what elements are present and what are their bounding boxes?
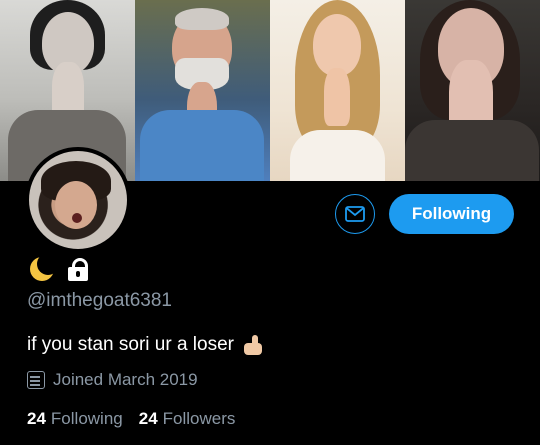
avatar-mouth	[72, 213, 82, 223]
joined-date: Joined March 2019	[27, 370, 198, 390]
follow-counts: 24 Following 24 Followers	[27, 409, 235, 429]
message-button[interactable]	[335, 194, 375, 234]
lock-icon	[67, 257, 89, 281]
moon-icon	[27, 253, 59, 283]
following-button[interactable]: Following	[389, 194, 514, 234]
profile-handle: @imthegoat6381	[27, 290, 172, 311]
followers-count: 24	[138, 409, 158, 428]
calendar-icon	[27, 371, 45, 389]
following-count-link[interactable]: 24 Following	[27, 409, 123, 429]
avatar[interactable]	[25, 147, 131, 253]
banner-photo-4	[405, 0, 540, 181]
following-label: Following	[50, 409, 123, 428]
status-icons	[27, 253, 89, 284]
joined-text: Joined March 2019	[53, 370, 198, 389]
following-count: 24	[27, 409, 46, 428]
banner-photo-3	[270, 0, 405, 181]
followers-label: Followers	[162, 409, 236, 428]
profile-bio: if you stan sori ur a loser	[27, 334, 264, 356]
thumbs-up-icon	[240, 334, 264, 356]
envelope-icon	[345, 206, 365, 222]
followers-count-link[interactable]: 24 Followers	[139, 409, 236, 429]
banner-photo-2	[135, 0, 270, 181]
bio-text: if you stan sori ur a loser	[27, 334, 234, 355]
